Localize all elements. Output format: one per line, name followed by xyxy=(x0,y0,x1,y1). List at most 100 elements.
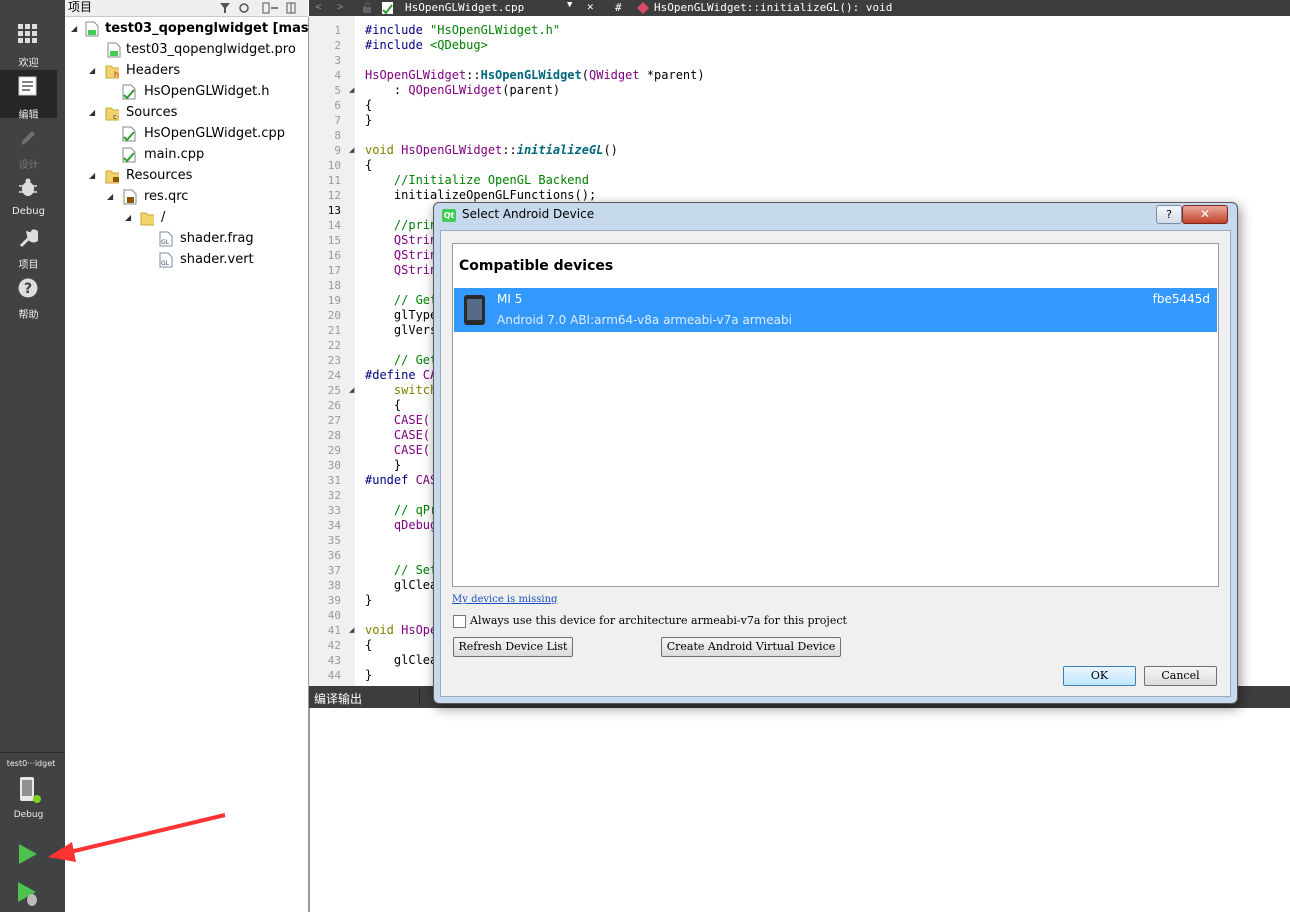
wrench-icon xyxy=(19,229,38,248)
mode-design[interactable]: 设计 xyxy=(0,122,57,171)
project-tree: ◢ test03_qopenglwidget [master] test03_q… xyxy=(65,17,336,912)
folder-icon xyxy=(140,212,154,226)
mode-label: 设计 xyxy=(18,160,39,171)
line-number: 5 xyxy=(334,84,341,97)
code-line: #define CA xyxy=(365,368,438,382)
expand-arrow-icon[interactable]: ◢ xyxy=(89,165,95,186)
line-number: 25 xyxy=(327,384,341,397)
line-number: 24 xyxy=(327,369,341,382)
function-selector[interactable]: HsOpenGLWidget::initializeGL(): void xyxy=(654,1,892,14)
line-number: 1 xyxy=(334,24,341,37)
mode-edit[interactable]: 编辑 xyxy=(0,70,57,121)
device-serial: fbe5445d xyxy=(1152,292,1210,306)
code-line: #undef CAS xyxy=(365,473,438,487)
line-number: 30 xyxy=(327,459,341,472)
mode-label: 欢迎 xyxy=(18,58,39,69)
line-number: 41 xyxy=(327,624,341,637)
line-number: 23 xyxy=(327,354,341,367)
code-line: } xyxy=(365,458,402,472)
glsl-file-icon: GL xyxy=(159,231,173,247)
line-number: 40 xyxy=(327,609,341,622)
debug-play-icon xyxy=(18,882,37,906)
debug-run-button[interactable] xyxy=(16,880,42,911)
compile-output[interactable] xyxy=(309,708,1290,912)
mode-label: 项目 xyxy=(18,260,39,271)
phone-icon xyxy=(464,295,485,325)
project-pane-title[interactable]: 项目 xyxy=(68,0,92,15)
line-number: 42 xyxy=(327,639,341,652)
filter-icon xyxy=(220,3,230,13)
code-line: CASE( xyxy=(393,413,431,427)
expand-arrow-icon[interactable]: ◢ xyxy=(107,186,113,207)
project-pane-header: 项目 xyxy=(65,0,308,17)
code-line: // Get xyxy=(365,293,438,307)
line-number: 43 xyxy=(327,654,341,667)
line-number: 22 xyxy=(327,339,341,352)
mode-debug[interactable]: Debug xyxy=(0,172,57,220)
back-icon[interactable]: < xyxy=(315,0,322,13)
line-number: 32 xyxy=(327,489,341,502)
code-line: : QOpenGLWidget(parent) xyxy=(365,83,561,97)
code-line: #include "HsOpenGLWidget.h" xyxy=(365,23,561,37)
fold-arrow-icon[interactable]: ◢ xyxy=(349,146,354,154)
expand-arrow-icon[interactable]: ◢ xyxy=(71,18,77,39)
annotation-arrow xyxy=(48,813,226,862)
run-button[interactable] xyxy=(16,842,40,869)
svg-text:h: h xyxy=(114,70,119,79)
pro-file-icon xyxy=(107,42,121,58)
pane-toolbar-icons xyxy=(220,2,296,14)
line-number: 18 xyxy=(327,279,341,292)
code-line: #include <QDebug> xyxy=(365,38,488,52)
code-line: initializeOpenGLFunctions(); xyxy=(365,188,597,202)
qrc-file-icon xyxy=(123,189,137,205)
line-number: 10 xyxy=(327,159,341,172)
source-file-icon xyxy=(122,147,136,163)
ok-button[interactable]: OK xyxy=(1063,666,1136,686)
svg-text:?: ? xyxy=(24,281,32,297)
device-list[interactable]: Compatible devices MI 5 fbe5445d Android… xyxy=(452,243,1219,587)
code-line: HsOpenGLWidget::HsOpenGLWidget(QWidget *… xyxy=(365,68,705,82)
line-number: 7 xyxy=(334,114,341,127)
line-number: 34 xyxy=(327,519,341,532)
help-button[interactable]: ? xyxy=(1156,205,1182,224)
output-pane-title[interactable]: 编译输出 xyxy=(314,690,362,707)
code-line: CASE( xyxy=(393,428,431,442)
line-number: 11 xyxy=(327,174,341,187)
code-line: } xyxy=(365,593,373,607)
cancel-button[interactable]: Cancel xyxy=(1144,666,1217,686)
expand-arrow-icon[interactable]: ◢ xyxy=(89,60,95,81)
open-file-selector[interactable]: HsOpenGLWidget.cpp xyxy=(405,1,524,14)
line-number: 13 xyxy=(327,204,341,217)
code-line: QStrin xyxy=(393,263,438,277)
code-line: } xyxy=(365,668,373,682)
line-number: 16 xyxy=(327,249,341,262)
close-file-icon[interactable]: ✕ xyxy=(587,0,594,13)
code-line: glClea xyxy=(365,578,438,592)
refresh-device-list-button[interactable]: Refresh Device List xyxy=(453,637,573,657)
mode-projects[interactable]: 项目 xyxy=(0,222,57,271)
always-use-checkbox[interactable] xyxy=(453,615,466,628)
code-line: { xyxy=(365,98,373,112)
line-number: 37 xyxy=(327,564,341,577)
expand-arrow-icon[interactable]: ◢ xyxy=(125,207,131,228)
forward-icon[interactable]: > xyxy=(337,0,344,13)
close-button[interactable]: ✕ xyxy=(1182,205,1228,224)
fold-arrow-icon[interactable]: ◢ xyxy=(349,86,354,94)
svg-text:c+: c+ xyxy=(113,113,119,121)
chevron-down-icon[interactable]: ▼ xyxy=(567,0,572,10)
mode-help[interactable]: ? 帮助 xyxy=(0,272,57,321)
line-number: 4 xyxy=(334,69,341,82)
fold-arrow-icon[interactable]: ◢ xyxy=(349,626,354,634)
code-line: } xyxy=(365,113,373,127)
expand-arrow-icon[interactable]: ◢ xyxy=(89,102,95,123)
code-line: glType xyxy=(365,308,438,322)
kit-selector[interactable] xyxy=(16,776,53,804)
document-icon xyxy=(18,76,37,96)
create-avd-button[interactable]: Create Android Virtual Device xyxy=(661,637,841,657)
mode-welcome[interactable]: 欢迎 xyxy=(0,18,57,69)
line-number: 19 xyxy=(327,294,341,307)
fold-arrow-icon[interactable]: ◢ xyxy=(349,386,354,394)
line-number: 9 xyxy=(334,144,341,157)
device-row[interactable]: MI 5 fbe5445d Android 7.0 ABI:arm64-v8a … xyxy=(454,288,1217,332)
device-missing-link[interactable]: My device is missing xyxy=(452,594,557,605)
